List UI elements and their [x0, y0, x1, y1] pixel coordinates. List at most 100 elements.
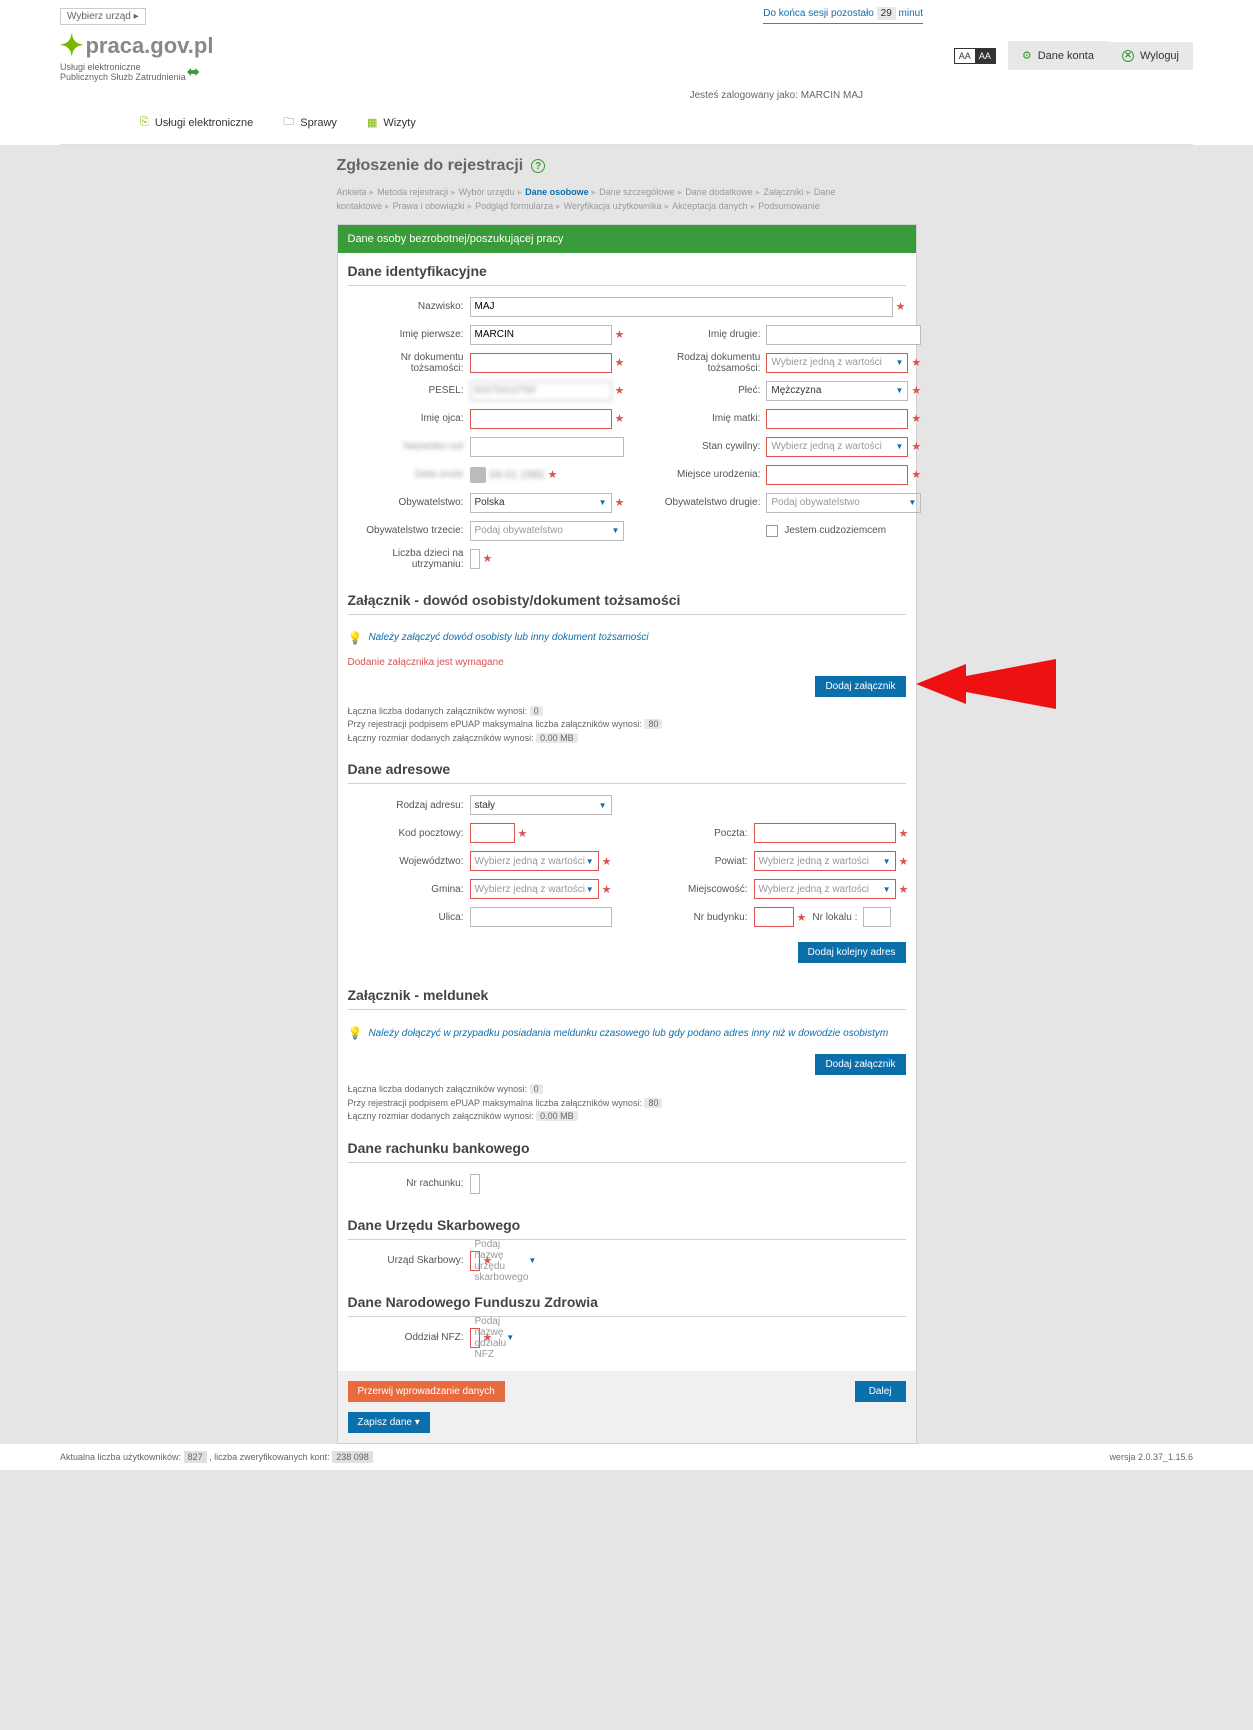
nrbud-label: Nr budynku:: [632, 912, 754, 923]
plec-label: Płeć:: [644, 385, 766, 396]
obyw2-select[interactable]: Podaj obywatelstwo▼: [766, 493, 921, 513]
przerwij-button[interactable]: Przerwij wprowadzanie danych: [348, 1381, 505, 1402]
miejsc-select[interactable]: Wybierz jedną z wartości▼: [754, 879, 896, 899]
wybierz-urzad-button[interactable]: Wybierz urząd ▸: [60, 8, 146, 25]
nav-uslugi[interactable]: ⎘Usługi elektroniczne: [140, 113, 253, 132]
form-header: Dane osoby bezrobotnej/poszukującej prac…: [338, 225, 916, 253]
nfz-label: Oddział NFZ:: [348, 1332, 470, 1343]
nazwrod-input[interactable]: [470, 437, 625, 457]
dane-konta-button[interactable]: ⚙ Dane konta: [1008, 41, 1108, 70]
imie-drugie-label: Imię drugie:: [644, 329, 766, 340]
required-star: ★: [911, 384, 921, 397]
poczta-label: Poczta:: [632, 828, 754, 839]
dzieci-input[interactable]: [470, 549, 480, 569]
us-select[interactable]: Podaj nazwę urzędu skarbowego▼: [470, 1251, 480, 1271]
footer-version: wersja 2.0.37_1.15.6: [1109, 1452, 1193, 1462]
breadcrumb-item: Dane szczegółowe: [599, 187, 675, 197]
chevron-down-icon: ▼: [586, 857, 594, 866]
poczta-input[interactable]: [754, 823, 896, 843]
breadcrumb-item[interactable]: Dane osobowe: [525, 187, 589, 197]
breadcrumb-item[interactable]: Metoda rejestracji: [377, 187, 448, 197]
breadcrumb-item: Podsumowanie: [758, 201, 820, 211]
dodaj-zalacznik-button[interactable]: Dodaj załącznik: [815, 676, 905, 697]
nrdok-input[interactable]: [470, 353, 612, 373]
stancyw-label: Stan cywilny:: [644, 441, 766, 452]
kod-input[interactable]: [470, 823, 515, 843]
pesel-input[interactable]: [470, 381, 612, 401]
imiematki-input[interactable]: [766, 409, 908, 429]
nav-sprawy[interactable]: 🗀Sprawy: [283, 113, 337, 132]
stancyw-select[interactable]: Wybierz jedną z wartości▼: [766, 437, 908, 457]
chevron-down-icon: ▼: [586, 885, 594, 894]
cudzoziemiec-checkbox[interactable]: [766, 525, 778, 537]
font-size-toggle[interactable]: AA AA: [954, 48, 996, 64]
breadcrumb-item: Podgląd formularza: [475, 201, 553, 211]
zal1-stats: Łączna liczba dodanych załączników wynos…: [348, 705, 906, 746]
chevron-down-icon: ▼: [506, 1333, 514, 1342]
imie-pierwsze-label: Imię pierwsze:: [348, 329, 470, 340]
zapisz-button[interactable]: Zapisz dane ▾: [348, 1412, 430, 1433]
pesel-label: PESEL:: [348, 385, 470, 396]
arrow-annotation: [916, 654, 1056, 717]
woj-label: Województwo:: [348, 856, 470, 867]
rodzadr-select[interactable]: stały▼: [470, 795, 612, 815]
chevron-down-icon: ▼: [599, 498, 607, 507]
session-timer: Do końca sesji pozostało 29 minut: [763, 8, 923, 24]
breadcrumb-item[interactable]: Wybór urzędu: [459, 187, 515, 197]
nrbud-input[interactable]: [754, 907, 794, 927]
chevron-down-icon: ▼: [908, 498, 916, 507]
woj-select[interactable]: Wybierz jedną z wartości▼: [470, 851, 599, 871]
obyw-select[interactable]: Polska▼: [470, 493, 612, 513]
obyw2-label: Obywatelstwo drugie:: [644, 497, 766, 508]
ulica-input[interactable]: [470, 907, 612, 927]
nav-wizyty[interactable]: ▦Wizyty: [367, 113, 416, 132]
miejsceur-label: Miejsce urodzenia:: [644, 469, 766, 480]
section-us: Dane Urzędu Skarbowego: [348, 1217, 906, 1240]
required-star: ★: [911, 440, 921, 453]
imie-pierwsze-input[interactable]: [470, 325, 612, 345]
powiat-select[interactable]: Wybierz jedną z wartości▼: [754, 851, 896, 871]
plec-select[interactable]: Mężczyzna▼: [766, 381, 908, 401]
nrach-label: Nr rachunku:: [348, 1178, 470, 1189]
dodaj-kolejny-adres-button[interactable]: Dodaj kolejny adres: [798, 942, 906, 963]
folder-icon: 🗀: [283, 113, 294, 132]
close-icon: ✕: [1122, 50, 1134, 62]
nrach-input[interactable]: [470, 1174, 480, 1194]
help-icon[interactable]: ?: [531, 159, 545, 173]
imie-drugie-input[interactable]: [766, 325, 921, 345]
imiematki-label: Imię matki:: [644, 413, 766, 424]
ulica-label: Ulica:: [348, 912, 470, 923]
calendar-icon: ▦: [367, 116, 377, 129]
breadcrumb-item: Dane dodatkowe: [685, 187, 753, 197]
kod-label: Kod pocztowy:: [348, 828, 470, 839]
breadcrumb: Ankieta▸Metoda rejestracji▸Wybór urzędu▸…: [337, 185, 917, 214]
imieojca-input[interactable]: [470, 409, 612, 429]
site-logo: ✦praca.gov.pl Usługi elektronicznePublic…: [60, 29, 213, 82]
dodaj-zalacznik-meldunek-button[interactable]: Dodaj załącznik: [815, 1054, 905, 1075]
breadcrumb-item: Weryfikacja użytkownika: [564, 201, 662, 211]
nazwisko-input[interactable]: [470, 297, 893, 317]
nrdok-label: Nr dokumentu tożsamości:: [348, 352, 470, 374]
zal2-stats: Łączna liczba dodanych załączników wynos…: [348, 1083, 906, 1124]
chevron-down-icon: ▼: [895, 442, 903, 451]
nfz-select[interactable]: Podaj nazwę odziału NFZ▼: [470, 1328, 480, 1348]
bulb-icon: 💡: [348, 1026, 363, 1040]
info-zal2: Należy dołączyć w przypadku posiadania m…: [368, 1028, 888, 1039]
dalej-button[interactable]: Dalej: [855, 1381, 906, 1402]
breadcrumb-item[interactable]: Ankieta: [337, 187, 367, 197]
required-star: ★: [518, 827, 528, 840]
info-zal1: Należy załączyć dowód osobisty lub inny …: [368, 632, 648, 643]
rodzdok-select[interactable]: Wybierz jedną z wartości▼: [766, 353, 908, 373]
nrlok-input[interactable]: [863, 907, 891, 927]
required-star: ★: [899, 883, 909, 896]
obyw3-select[interactable]: Podaj obywatelstwo▼: [470, 521, 625, 541]
chevron-down-icon: ▼: [599, 801, 607, 810]
obyw-label: Obywatelstwo:: [348, 497, 470, 508]
chevron-down-icon: ▼: [611, 526, 619, 535]
wyloguj-button[interactable]: ✕ Wyloguj: [1108, 42, 1193, 70]
miejsceur-input[interactable]: [766, 465, 908, 485]
calendar-icon[interactable]: [470, 467, 486, 483]
gmina-select[interactable]: Wybierz jedną z wartości▼: [470, 879, 599, 899]
services-icon: ⎘: [140, 116, 149, 129]
required-star: ★: [911, 412, 921, 425]
